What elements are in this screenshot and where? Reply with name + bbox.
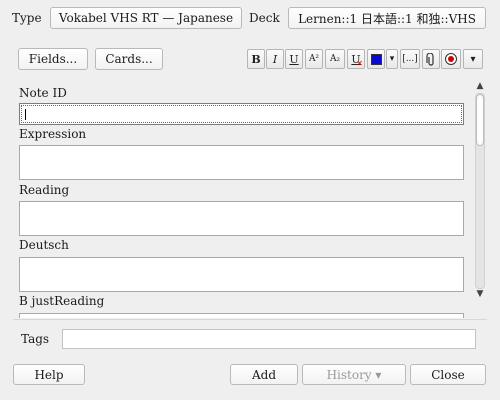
cloze-button[interactable]: [...] xyxy=(400,49,420,69)
italic-button[interactable]: I xyxy=(266,49,284,69)
color-dropdown-button[interactable]: ▾ xyxy=(386,49,398,69)
divider xyxy=(13,319,487,320)
text-color-button[interactable] xyxy=(367,49,385,69)
subscript-icon: A₂ xyxy=(329,54,341,64)
attach-icon xyxy=(426,52,434,66)
field-editor: Note ID Expression Reading Deutsch B jus… xyxy=(16,82,472,318)
bold-icon: B xyxy=(251,52,261,66)
tags-input[interactable] xyxy=(62,329,476,349)
note-type-button[interactable]: Vokabel VHS RT — Japanese xyxy=(50,7,242,29)
bold-button[interactable]: B xyxy=(247,49,265,69)
underline-button[interactable]: U xyxy=(285,49,303,69)
cloze-icon: [...] xyxy=(402,54,418,64)
reading-field[interactable] xyxy=(19,201,464,236)
underline-icon: U xyxy=(289,52,299,66)
italic-icon: I xyxy=(272,52,278,66)
b-justreading-field[interactable] xyxy=(19,313,464,318)
text-caret xyxy=(25,109,26,120)
scrollbar-thumb[interactable] xyxy=(476,94,484,146)
scroll-down-icon[interactable]: ▼ xyxy=(474,290,486,299)
note-id-field[interactable] xyxy=(19,103,464,125)
scroll-up-icon[interactable]: ▲ xyxy=(474,82,486,91)
tags-label: Tags xyxy=(21,332,50,346)
field-label: Note ID xyxy=(19,86,67,100)
more-button[interactable]: ▾ xyxy=(463,49,483,69)
expression-field[interactable] xyxy=(19,145,464,180)
color-dropdown-icon: ▾ xyxy=(389,54,395,64)
deck-label: Deck xyxy=(249,11,280,25)
field-label: Expression xyxy=(19,127,87,141)
scrollbar-track[interactable] xyxy=(475,93,485,289)
field-label: Deutsch xyxy=(19,238,69,252)
superscript-icon: A² xyxy=(308,54,320,64)
vertical-scrollbar[interactable]: ▲ ▼ xyxy=(474,82,486,316)
superscript-button[interactable]: A² xyxy=(305,49,323,69)
type-label: Type xyxy=(12,11,42,25)
field-label: B justReading xyxy=(19,294,105,308)
fields-button[interactable]: Fields... xyxy=(18,48,88,70)
help-button[interactable]: Help xyxy=(13,364,85,385)
cards-button[interactable]: Cards... xyxy=(95,48,163,70)
attach-button[interactable] xyxy=(422,49,440,69)
text-color-icon xyxy=(370,53,382,65)
deck-button[interactable]: Lernen::1 日本語::1 和独::VHS xyxy=(288,7,486,29)
field-label: Reading xyxy=(19,183,70,197)
record-icon xyxy=(445,53,457,65)
subscript-button[interactable]: A₂ xyxy=(325,49,345,69)
clear-x-icon: ✕ xyxy=(356,59,363,68)
deutsch-field[interactable] xyxy=(19,257,464,292)
more-icon: ▾ xyxy=(470,53,476,65)
add-button[interactable]: Add xyxy=(230,364,298,385)
clear-format-button[interactable]: U ✕ xyxy=(347,49,365,69)
close-button[interactable]: Close xyxy=(410,364,486,385)
history-button[interactable]: History ▾ xyxy=(302,364,406,385)
record-button[interactable] xyxy=(441,49,461,69)
